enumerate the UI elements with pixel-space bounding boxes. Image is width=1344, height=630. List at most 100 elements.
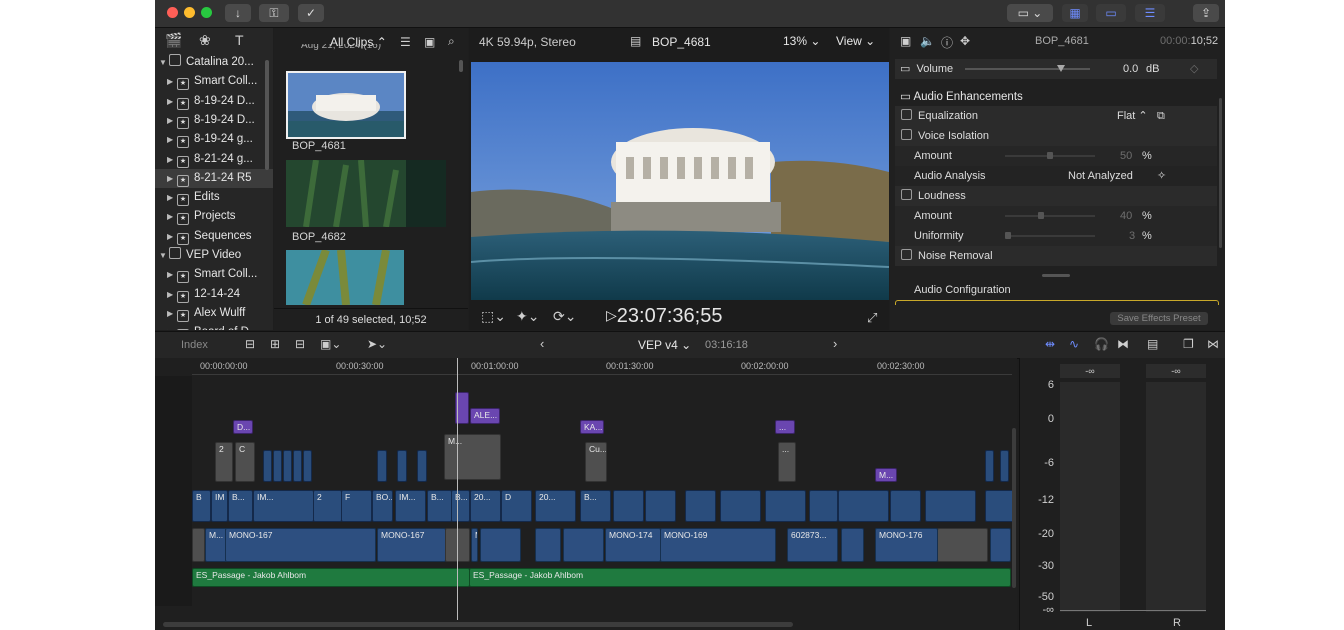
primary-clip[interactable]: B bbox=[192, 490, 211, 522]
photos-icon[interactable]: ❀ bbox=[199, 32, 211, 49]
connected-clip[interactable]: KA... bbox=[580, 420, 604, 434]
primary-clip[interactable]: IM... bbox=[253, 490, 314, 522]
playhead[interactable] bbox=[457, 358, 458, 620]
share-button[interactable]: ⇪ bbox=[1193, 4, 1219, 22]
magic-wand-icon[interactable]: ✧ bbox=[1157, 166, 1166, 186]
save-effects-preset-button[interactable]: Save Effects Preset bbox=[1110, 312, 1208, 325]
fullscreen-icon[interactable]: ⤢ bbox=[867, 310, 877, 326]
index-button[interactable]: Index bbox=[181, 339, 208, 351]
effects-browser-icon[interactable]: ❐ bbox=[1183, 337, 1194, 351]
forward-arrow-icon[interactable]: › bbox=[833, 336, 837, 351]
keyframe-icon[interactable]: ◇ bbox=[1190, 59, 1198, 79]
zoom-window-button[interactable] bbox=[201, 7, 212, 18]
disclosure-closed-icon[interactable]: ▶ bbox=[167, 227, 177, 246]
video-frame[interactable] bbox=[471, 62, 889, 300]
primary-clip[interactable]: B... bbox=[427, 490, 452, 522]
timeline-toggle-button[interactable]: ▭ bbox=[1096, 4, 1126, 22]
inspector-scrollbar[interactable] bbox=[1219, 98, 1222, 248]
headphones-icon[interactable]: 🎧 bbox=[1094, 337, 1109, 351]
resize-handle[interactable] bbox=[1042, 274, 1070, 277]
library-item[interactable]: ▶ ★ 8-19-24 D... bbox=[155, 111, 273, 130]
video-clip[interactable] bbox=[273, 450, 282, 482]
uniformity-value[interactable]: 3 bbox=[1129, 226, 1135, 246]
library-item[interactable]: ▶ ★ 8-21-24 g... bbox=[155, 150, 273, 169]
browser-scrollbar[interactable] bbox=[459, 60, 463, 72]
clip-appearance-icon[interactable]: ▤ bbox=[1147, 337, 1158, 351]
primary-clip[interactable]: IM bbox=[211, 490, 228, 522]
loudness-amount-value[interactable]: 40 bbox=[1120, 206, 1132, 226]
voice-amount-knob[interactable] bbox=[1047, 152, 1053, 159]
primary-clip[interactable]: 20... bbox=[535, 490, 576, 522]
noise-removal-checkbox[interactable] bbox=[901, 249, 912, 260]
library-item[interactable]: ▶ ★ Alex Wulff bbox=[155, 304, 273, 323]
title-clip[interactable]: M... bbox=[444, 434, 501, 480]
video-clip[interactable] bbox=[303, 450, 312, 482]
audio-enhancements-header[interactable]: ▭ Audio Enhancements bbox=[900, 89, 1023, 103]
background-tasks-button[interactable]: ✓ bbox=[298, 4, 324, 22]
primary-clip[interactable] bbox=[838, 490, 889, 522]
search-icon[interactable]: ⌕ bbox=[448, 34, 455, 49]
library-item[interactable]: ▶★ Board of D... bbox=[155, 323, 273, 330]
primary-clip[interactable]: 20... bbox=[470, 490, 501, 522]
connected-clip[interactable]: M... bbox=[875, 468, 897, 482]
clapper-icon[interactable]: 🎬 bbox=[165, 32, 182, 49]
connected-clip[interactable]: ALE... bbox=[470, 408, 500, 424]
sidebar-scrollbar[interactable] bbox=[265, 60, 269, 170]
connected-clip[interactable]: ... bbox=[775, 420, 795, 434]
title-clip[interactable]: C bbox=[235, 442, 255, 482]
video-clip[interactable] bbox=[293, 450, 302, 482]
audio-clip[interactable] bbox=[841, 528, 864, 562]
primary-clip[interactable] bbox=[925, 490, 976, 522]
arrow-tool-icon[interactable]: ➤⌄ bbox=[367, 337, 387, 351]
voice-isolation-checkbox[interactable] bbox=[901, 129, 912, 140]
disclosure-closed-icon[interactable]: ▶ bbox=[167, 207, 177, 226]
primary-clip[interactable]: D bbox=[501, 490, 532, 522]
primary-clip[interactable] bbox=[645, 490, 676, 522]
transitions-browser-icon[interactable]: ⋈ bbox=[1207, 337, 1219, 351]
zoom-menu[interactable]: 13% ⌄ bbox=[783, 34, 820, 48]
connect-clip-icon[interactable]: ⊟ bbox=[245, 337, 255, 351]
disclosure-closed-icon[interactable]: ▶ bbox=[167, 150, 177, 169]
overwrite-clip-icon[interactable]: ▣⌄ bbox=[320, 337, 341, 351]
primary-clip[interactable]: 2 bbox=[313, 490, 342, 522]
music-clip[interactable]: ES_Passage - Jakob Ahlbom bbox=[192, 568, 470, 587]
voice-amount-value[interactable]: 50 bbox=[1120, 146, 1132, 166]
equalization-popup[interactable]: Flat ⌃ bbox=[1117, 106, 1148, 126]
uniformity-slider[interactable] bbox=[1004, 232, 1095, 239]
primary-clip[interactable]: F bbox=[341, 490, 372, 522]
audio-clip[interactable] bbox=[535, 528, 561, 562]
primary-clip[interactable] bbox=[890, 490, 921, 522]
loudness-amount-knob[interactable] bbox=[1038, 212, 1044, 219]
connected-clip[interactable]: D... bbox=[233, 420, 253, 434]
volume-slider-knob[interactable] bbox=[1057, 65, 1065, 72]
project-name[interactable]: VEP v4 ⌄ bbox=[638, 338, 691, 352]
uniformity-knob[interactable] bbox=[1004, 232, 1011, 239]
disclosure-open-icon[interactable]: ▼ bbox=[159, 53, 169, 72]
video-clip[interactable] bbox=[263, 450, 272, 482]
import-button[interactable]: ↓ bbox=[225, 4, 251, 22]
loudness-amount-slider[interactable] bbox=[1005, 212, 1095, 219]
disclosure-closed-icon[interactable]: ▶ bbox=[167, 72, 177, 91]
library-item[interactable]: ▼ VEP Video bbox=[155, 246, 273, 265]
disclosure-closed-icon[interactable]: ▶ bbox=[167, 111, 177, 130]
disclosure-closed-icon[interactable]: ▶ bbox=[167, 304, 177, 323]
transform-tool-icon[interactable]: ⬚⌄ bbox=[481, 308, 506, 325]
audio-clip[interactable] bbox=[563, 528, 604, 562]
disclosure-closed-icon[interactable]: ▶ bbox=[167, 285, 177, 304]
video-clip[interactable] bbox=[283, 450, 292, 482]
video-clip[interactable] bbox=[985, 450, 994, 482]
gap-clip[interactable] bbox=[192, 528, 205, 562]
inspector-toggle-button[interactable]: ☰ bbox=[1135, 4, 1165, 22]
view-menu[interactable]: View ⌄ bbox=[836, 34, 875, 48]
primary-clip[interactable] bbox=[685, 490, 716, 522]
audio-clip[interactable] bbox=[480, 528, 521, 562]
titles-icon[interactable]: T bbox=[235, 32, 244, 48]
speed-icon[interactable]: ⟳⌄ bbox=[553, 308, 576, 325]
audio-clip[interactable]: MONO-169 bbox=[660, 528, 776, 562]
transition-icon[interactable]: ✥ bbox=[960, 34, 970, 48]
primary-clip[interactable] bbox=[765, 490, 806, 522]
gap-clip[interactable] bbox=[937, 528, 988, 562]
list-view-icon[interactable]: ☰ bbox=[400, 35, 411, 49]
video-clip[interactable] bbox=[417, 450, 427, 482]
audio-clip[interactable]: M... bbox=[471, 528, 478, 562]
